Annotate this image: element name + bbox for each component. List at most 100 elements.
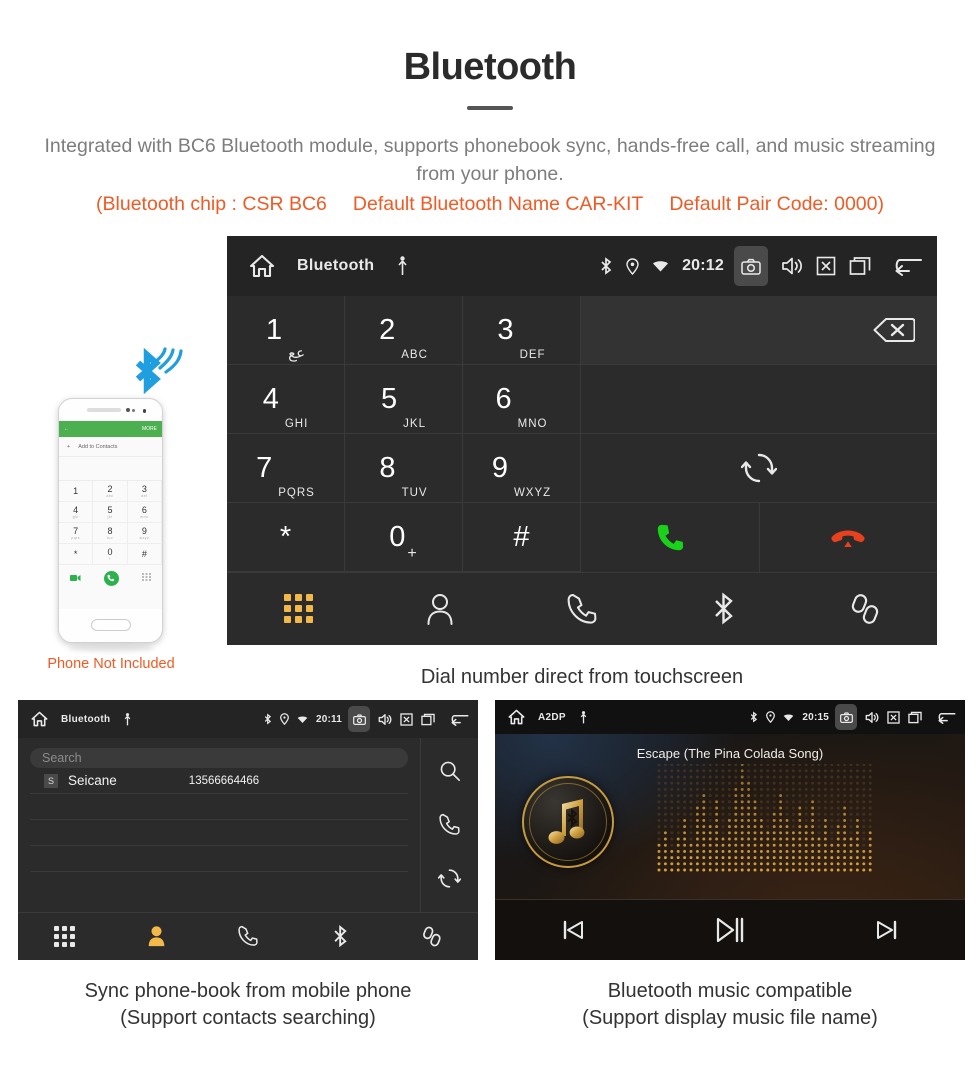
album-art — [522, 776, 614, 868]
back-icon[interactable] — [450, 713, 469, 726]
home-icon[interactable] — [249, 254, 275, 278]
home-icon[interactable] — [31, 711, 48, 727]
phone-screen: ← MORE + Add to Contacts 1 2 abc 3 def 4 ghi 5 j… — [59, 421, 162, 609]
table-row[interactable] — [30, 794, 408, 820]
recent-apps-icon[interactable] — [421, 713, 435, 726]
phone-number-field — [59, 457, 162, 481]
volume-icon[interactable] — [378, 713, 392, 726]
nav-bluetooth[interactable] — [653, 592, 795, 626]
dialed-number-display[interactable] — [581, 296, 937, 365]
next-track-icon — [875, 918, 899, 942]
key-9-number: 9 — [491, 451, 508, 484]
camera-icon[interactable] — [348, 706, 370, 732]
music-clock: 20:15 — [802, 711, 829, 723]
key-star[interactable]: * — [227, 503, 345, 572]
bluetooth-nav-icon — [713, 592, 735, 626]
camera-icon[interactable] — [835, 704, 857, 730]
table-row[interactable] — [30, 846, 408, 872]
plus-icon: + — [67, 443, 71, 450]
table-row[interactable] — [30, 820, 408, 846]
dialer-status-bar: Bluetooth 20:12 — [227, 236, 937, 296]
key-hash[interactable]: # — [463, 503, 581, 572]
table-row[interactable]: S Seicane 13566664466 — [30, 768, 408, 794]
spec-line: (Bluetooth chip : CSR BC6 Default Bluetoo… — [0, 193, 980, 216]
dialer-screen: Bluetooth 20:12 1 عع 2 ABC 3 DEF 4 GHI 5… — [227, 236, 937, 645]
camera-icon[interactable] — [734, 246, 768, 286]
home-icon[interactable] — [508, 709, 525, 725]
sync-icon[interactable] — [438, 867, 461, 890]
recent-apps-icon[interactable] — [849, 256, 871, 276]
close-box-icon[interactable] — [400, 712, 413, 726]
call-controls — [581, 503, 937, 572]
play-pause-button[interactable] — [652, 916, 809, 944]
phone-mockup: ← MORE + Add to Contacts 1 2 abc 3 def 4 ghi 5 j… — [58, 398, 163, 652]
back-icon[interactable] — [893, 256, 923, 276]
usb-icon — [579, 710, 588, 724]
call-history-icon — [238, 925, 258, 947]
key-hash-number: # — [513, 520, 530, 553]
previous-track-button[interactable] — [495, 918, 652, 942]
table-row[interactable] — [30, 872, 408, 898]
bluetooth-icon — [600, 257, 613, 275]
play-pause-icon — [715, 916, 745, 944]
key-3-sublabel: DEF — [519, 349, 546, 361]
key-9[interactable]: 9 WXYZ — [463, 434, 581, 503]
spec-pair-code: Default Pair Code: 0000) — [669, 193, 884, 216]
key-0[interactable]: 0 + — [345, 503, 463, 572]
search-icon[interactable] — [439, 760, 461, 782]
nav-keypad[interactable] — [227, 594, 369, 623]
page-subtitle: Integrated with BC6 Bluetooth module, su… — [44, 134, 936, 186]
phone-key-6: 6 mno — [127, 502, 162, 523]
sync-button[interactable] — [581, 434, 937, 503]
key-5[interactable]: 5 JKL — [345, 365, 463, 434]
nav-contacts[interactable] — [369, 593, 511, 625]
back-icon[interactable] — [937, 711, 956, 724]
volume-icon[interactable] — [865, 711, 879, 724]
key-3-number: 3 — [497, 313, 514, 346]
location-icon — [626, 257, 639, 275]
key-4[interactable]: 4 GHI — [227, 365, 345, 434]
key-7[interactable]: 7 PQRS — [227, 434, 345, 503]
bluetooth-feature-page: Bluetooth Integrated with BC6 Bluetooth … — [0, 0, 980, 1091]
key-7-number: 7 — [256, 451, 273, 484]
nav-link[interactable] — [795, 592, 937, 626]
contact-name: Seicane — [68, 773, 117, 788]
key-8-sublabel: TUV — [401, 487, 428, 499]
key-0-sublabel: + — [407, 545, 418, 562]
nav-contacts[interactable] — [110, 925, 202, 947]
search-input[interactable]: Search — [30, 748, 408, 768]
backspace-icon[interactable] — [873, 317, 915, 343]
key-7-sublabel: PQRS — [278, 487, 315, 499]
call-button[interactable] — [581, 503, 760, 572]
link-icon — [422, 925, 443, 948]
nav-link[interactable] — [386, 925, 478, 948]
nav-bluetooth[interactable] — [294, 924, 386, 948]
contacts-list-area: Search S Seicane 13566664466 — [18, 738, 421, 912]
phone-video-icon — [70, 574, 81, 582]
key-4-sublabel: GHI — [284, 418, 309, 430]
key-2[interactable]: 2 ABC — [345, 296, 463, 365]
close-box-icon[interactable] — [887, 710, 900, 724]
key-6[interactable]: 6 MNO — [463, 365, 581, 434]
key-8[interactable]: 8 TUV — [345, 434, 463, 503]
next-track-button[interactable] — [808, 918, 965, 942]
dialer-caption: Dial number direct from touchscreen — [420, 666, 744, 688]
usb-icon — [123, 712, 132, 726]
music-transport-controls — [495, 899, 965, 960]
volume-icon[interactable] — [781, 256, 803, 276]
phone-back-icon: ← — [64, 426, 69, 432]
close-box-icon[interactable] — [816, 256, 836, 276]
key-1[interactable]: 1 عع — [227, 296, 345, 365]
nav-keypad[interactable] — [18, 925, 110, 947]
call-icon[interactable] — [439, 813, 460, 836]
phone-key-5: 5 jkl — [93, 502, 128, 523]
recent-apps-icon[interactable] — [908, 711, 922, 724]
nav-call-history[interactable] — [202, 925, 294, 947]
search-placeholder: Search — [42, 751, 82, 765]
contact-initial-badge: S — [44, 773, 58, 788]
key-3[interactable]: 3 DEF — [463, 296, 581, 365]
nav-call-history[interactable] — [511, 593, 653, 625]
hangup-button[interactable] — [760, 503, 938, 572]
key-1-sublabel: عع — [288, 345, 306, 362]
wifi-icon — [652, 259, 669, 273]
